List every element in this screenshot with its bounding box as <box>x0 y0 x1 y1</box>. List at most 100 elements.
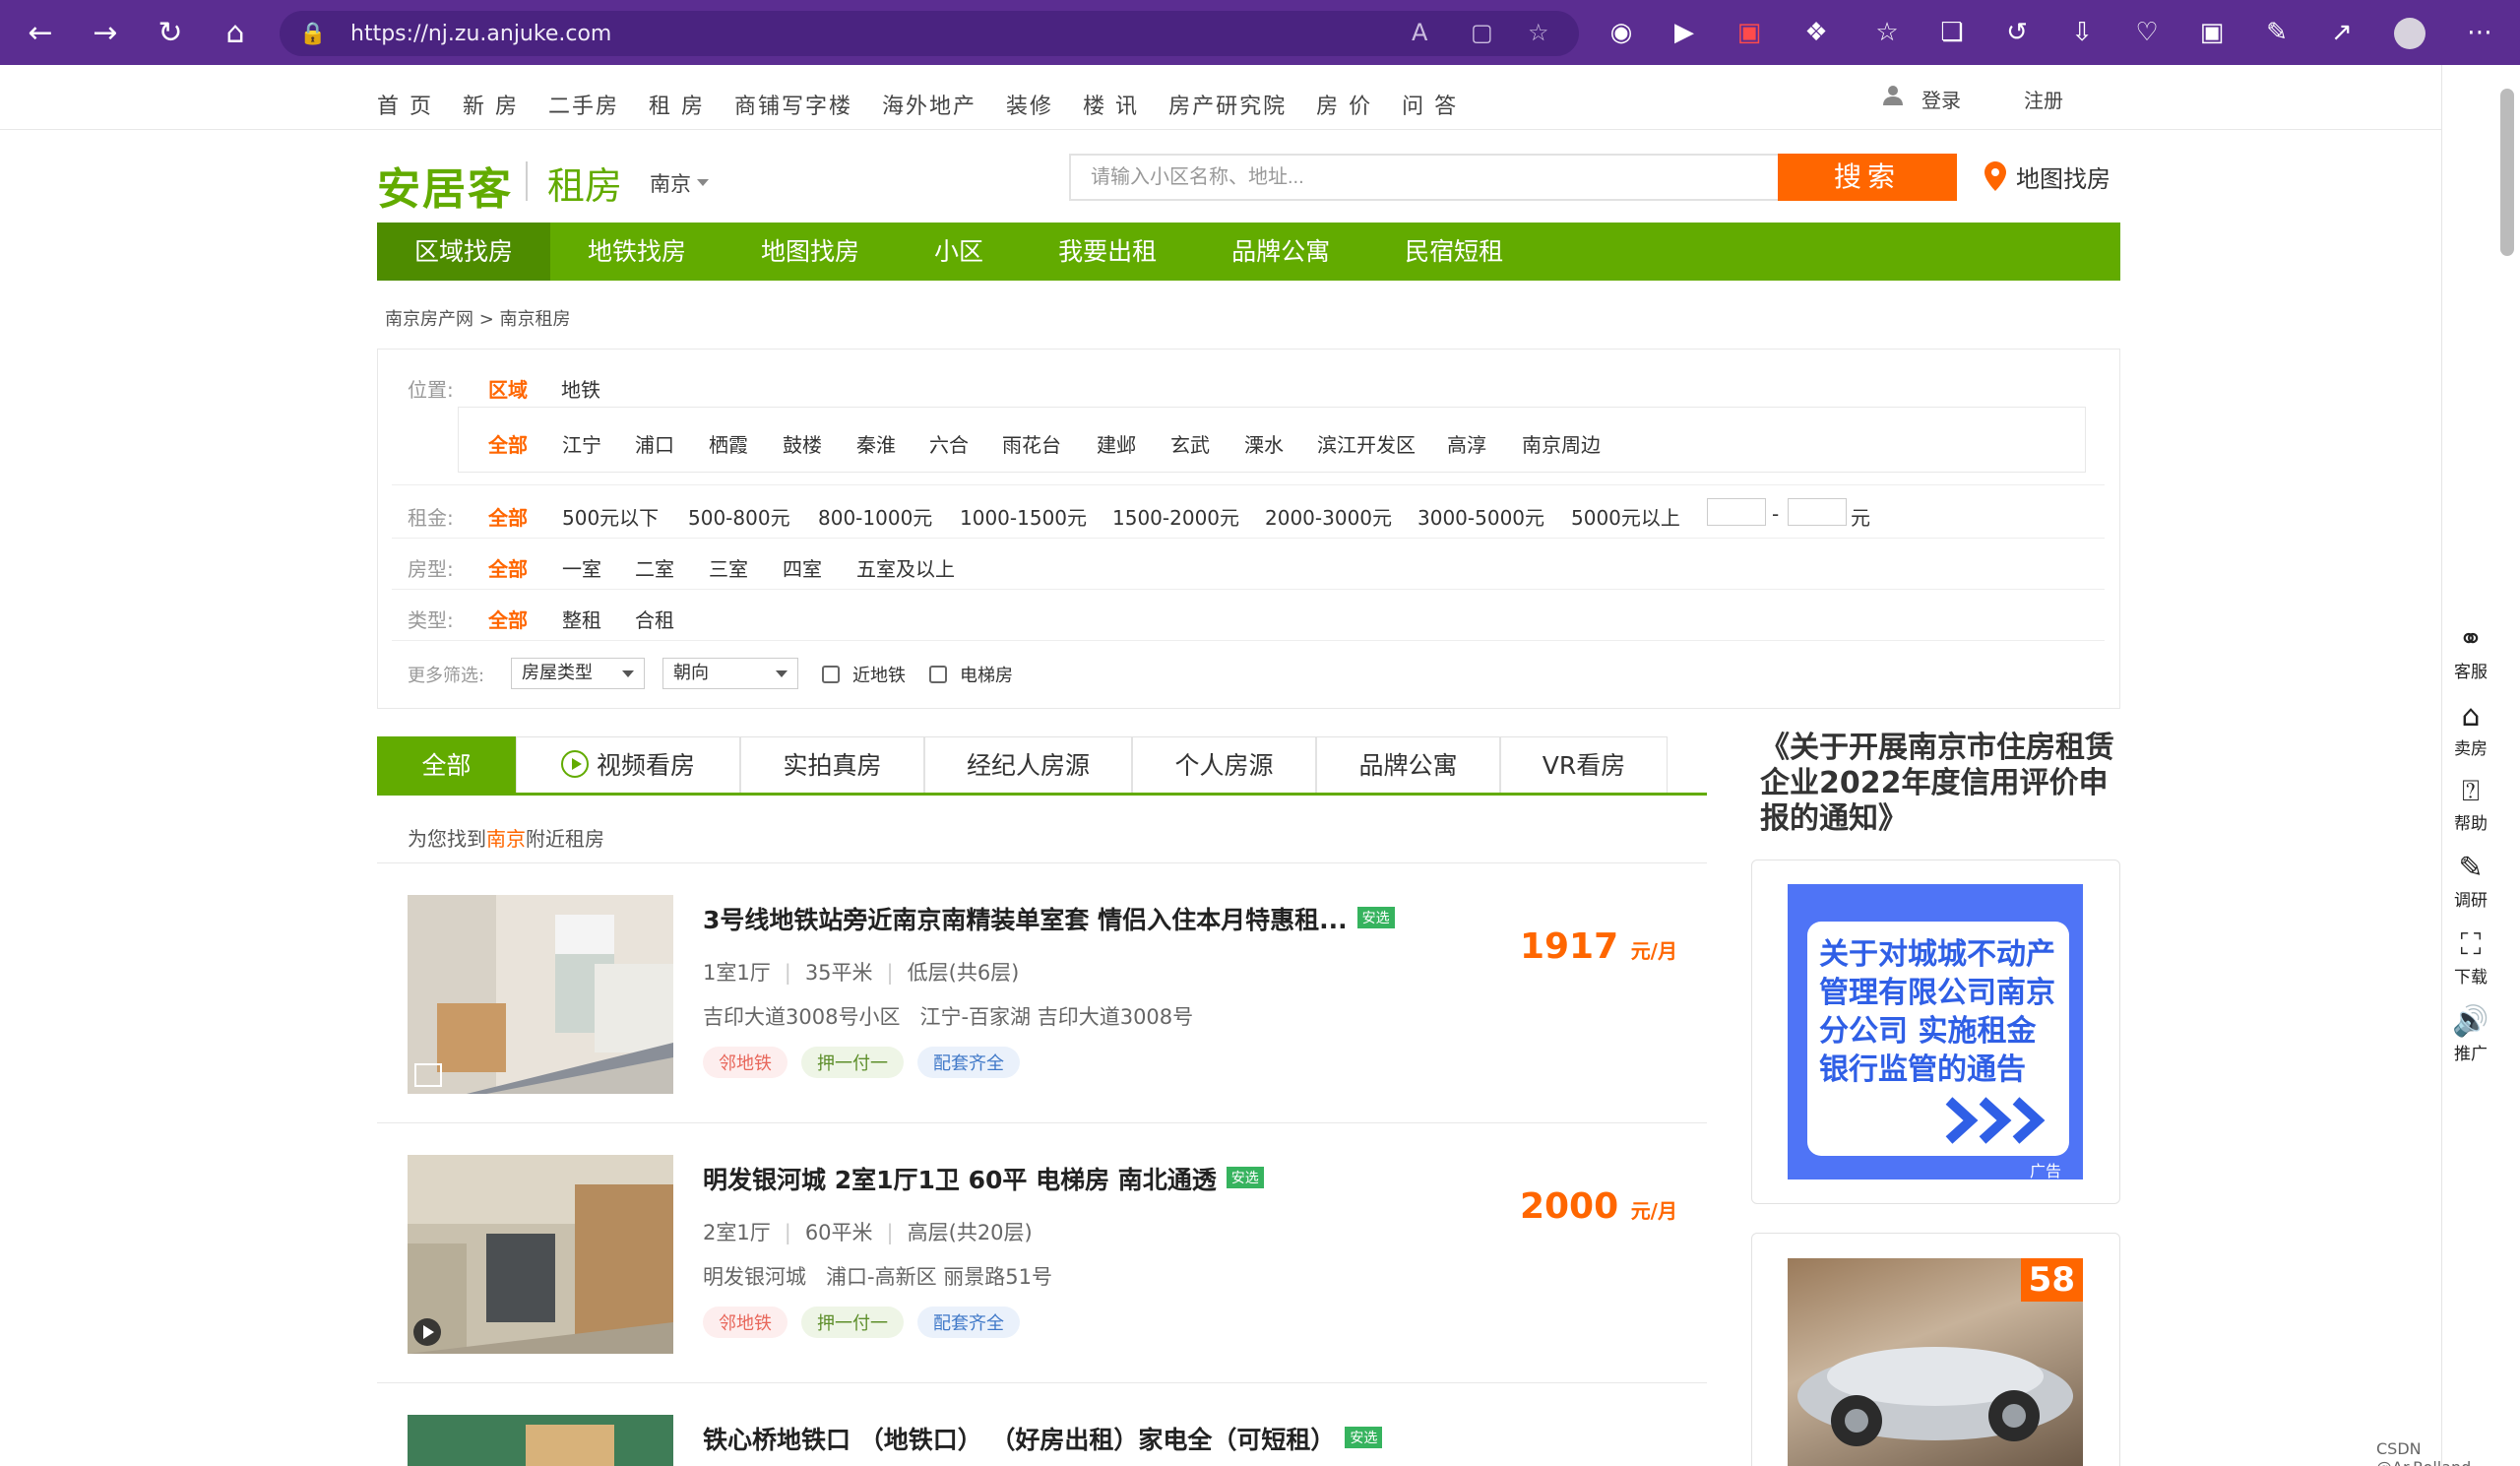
favorite-star-icon[interactable]: ☆ <box>1528 19 1549 46</box>
district-option[interactable]: 溧水 <box>1244 429 1284 458</box>
extension-red-icon[interactable]: ▣ <box>1731 14 1768 51</box>
type-option[interactable]: 全部 <box>488 605 528 633</box>
side-survey[interactable]: ✎ 调研 <box>2441 851 2500 911</box>
topnav-news[interactable]: 楼 讯 <box>1083 89 1139 120</box>
listing-title[interactable]: 3号线地铁站旁近南京南精装单室套 情侣入住本月特惠租... 安选 <box>703 901 1395 936</box>
filter-area[interactable]: 区域 <box>488 374 528 403</box>
district-option[interactable]: 栖霞 <box>709 429 748 458</box>
district-option[interactable]: 秦淮 <box>856 429 896 458</box>
topnav-overseas[interactable]: 海外地产 <box>882 89 976 120</box>
topnav-home[interactable]: 首 页 <box>377 89 433 120</box>
listing-title[interactable]: 铁心桥地铁口 （地铁口） （好房出租）家电全（可短租） 安选 <box>703 1421 1383 1456</box>
layout-option[interactable]: 全部 <box>488 553 528 582</box>
listing-title[interactable]: 明发银河城 2室1厅1卫 60平 电梯房 南北通透 安选 <box>703 1161 1264 1196</box>
map-pin-icon[interactable] <box>1984 161 2006 191</box>
district-option[interactable]: 全部 <box>488 429 528 458</box>
forward-icon[interactable]: → <box>73 0 138 65</box>
district-option[interactable]: 建邺 <box>1097 429 1136 458</box>
extension-globe-icon[interactable]: ◉ <box>1603 14 1640 51</box>
community[interactable]: 明发银河城 <box>703 1265 806 1289</box>
layout-option[interactable]: 一室 <box>562 553 601 582</box>
address-bar[interactable]: 🔒 https://nj.zu.anjuke.com A ▢ ☆ <box>280 11 1579 56</box>
district-option[interactable]: 江宁 <box>562 429 601 458</box>
nav-subway-search[interactable]: 地铁找房 <box>550 223 724 281</box>
history-icon[interactable]: ↺ <box>1998 14 2036 51</box>
rent-option[interactable]: 800-1000元 <box>818 502 932 531</box>
nav-rent-out[interactable]: 我要出租 <box>1021 223 1194 281</box>
filter-subway[interactable]: 地铁 <box>561 374 600 403</box>
tab-personal[interactable]: 个人房源 <box>1132 736 1316 793</box>
tab-all[interactable]: 全部 <box>377 736 516 793</box>
map-find-link[interactable]: 地图找房 <box>2016 159 2110 194</box>
listing-photo[interactable] <box>408 1415 673 1466</box>
type-option[interactable]: 整租 <box>562 605 601 633</box>
read-aloud-icon[interactable]: A <box>1412 19 1427 46</box>
listing-photo[interactable] <box>408 1155 673 1354</box>
side-download[interactable]: ⛶ 下载 <box>2441 927 2500 988</box>
rent-option[interactable]: 全部 <box>488 502 528 531</box>
reader-view-icon[interactable]: ▢ <box>1471 19 1493 46</box>
share-icon[interactable]: ↗ <box>2323 14 2361 51</box>
search-button[interactable]: 搜索 <box>1778 154 1957 201</box>
layout-option[interactable]: 二室 <box>635 553 674 582</box>
site-logo[interactable]: 安居客 <box>377 154 513 217</box>
extension-play-icon[interactable]: ▶ <box>1666 14 1703 51</box>
orientation-select[interactable]: 朝向 <box>662 658 798 689</box>
nav-community[interactable]: 小区 <box>897 223 1021 281</box>
reload-icon[interactable]: ↻ <box>138 0 203 65</box>
web-capture-icon[interactable]: ▣ <box>2193 14 2231 51</box>
house-type-select[interactable]: 房屋类型 <box>511 658 645 689</box>
more-menu-icon[interactable]: ⋯ <box>2461 14 2498 51</box>
layout-option[interactable]: 四室 <box>783 553 822 582</box>
type-option[interactable]: 合租 <box>635 605 674 633</box>
district-option[interactable]: 鼓楼 <box>783 429 822 458</box>
rent-option[interactable]: 5000元以上 <box>1571 502 1680 531</box>
topnav-research[interactable]: 房产研究院 <box>1168 89 1287 120</box>
nav-homestay[interactable]: 民宿短租 <box>1367 223 1541 281</box>
topnav-new-house[interactable]: 新 房 <box>463 89 519 120</box>
city-selector[interactable]: 南京 <box>650 168 691 198</box>
rent-option[interactable]: 1500-2000元 <box>1112 502 1239 531</box>
topnav-rent[interactable]: 租 房 <box>649 89 705 120</box>
side-customer-service[interactable]: ⚭ 客服 <box>2441 622 2500 682</box>
extensions-icon[interactable]: ❖ <box>1797 14 1835 51</box>
listing-item[interactable]: 铁心桥地铁口 （地铁口） （好房出租）家电全（可短租） 安选 <box>377 1383 1707 1466</box>
elevator-label[interactable]: 电梯房 <box>960 662 1013 687</box>
district-option[interactable]: 高淳 <box>1447 429 1486 458</box>
topnav-commercial[interactable]: 商铺写字楼 <box>734 89 852 120</box>
side-help[interactable]: ⍰ 帮助 <box>2441 774 2500 834</box>
layout-option[interactable]: 三室 <box>709 553 748 582</box>
rent-option[interactable]: 3000-5000元 <box>1418 502 1544 531</box>
profile-avatar[interactable] <box>2394 18 2426 49</box>
district-option[interactable]: 浦口 <box>635 429 674 458</box>
listing-item[interactable]: 3号线地铁站旁近南京南精装单室套 情侣入住本月特惠租... 安选 1室1厅 | 35平… <box>377 863 1707 1123</box>
breadcrumb[interactable]: 南京房产网 > 南京租房 <box>385 305 571 331</box>
topnav-decoration[interactable]: 装修 <box>1006 89 1053 120</box>
feedback-icon[interactable]: ✎ <box>2258 14 2296 51</box>
topnav-second-hand[interactable]: 二手房 <box>548 89 619 120</box>
tab-brand-apartment[interactable]: 品牌公寓 <box>1316 736 1500 793</box>
login-link[interactable]: 登录 <box>1922 85 1961 113</box>
district-option[interactable]: 南京周边 <box>1522 429 1601 458</box>
rent-min-input[interactable] <box>1707 498 1766 526</box>
tab-agent[interactable]: 经纪人房源 <box>924 736 1132 793</box>
district-option[interactable]: 雨花台 <box>1002 429 1061 458</box>
topnav-qa[interactable]: 问 答 <box>1402 89 1458 120</box>
nav-brand-apartment[interactable]: 品牌公寓 <box>1194 223 1367 281</box>
scrollbar-thumb[interactable] <box>2500 89 2514 256</box>
elevator-checkbox[interactable] <box>929 666 947 683</box>
register-link[interactable]: 注册 <box>2024 85 2063 113</box>
performance-icon[interactable]: ♡ <box>2128 14 2166 51</box>
near-subway-checkbox[interactable] <box>822 666 840 683</box>
rent-option[interactable]: 500-800元 <box>688 502 790 531</box>
tab-vr[interactable]: VR看房 <box>1500 736 1668 793</box>
nav-area-search[interactable]: 区域找房 <box>377 223 551 281</box>
side-promote[interactable]: 🔊 推广 <box>2441 1004 2500 1064</box>
side-sell-house[interactable]: ⌂ 卖房 <box>2441 699 2500 759</box>
downloads-icon[interactable]: ⇩ <box>2063 14 2101 51</box>
search-input[interactable]: 请输入小区名称、地址... <box>1069 154 1780 201</box>
chevron-down-icon[interactable] <box>697 179 709 186</box>
district-option[interactable]: 玄武 <box>1170 429 1210 458</box>
district-option[interactable]: 滨江开发区 <box>1317 429 1416 458</box>
tab-video[interactable]: 视频看房 <box>516 736 740 793</box>
